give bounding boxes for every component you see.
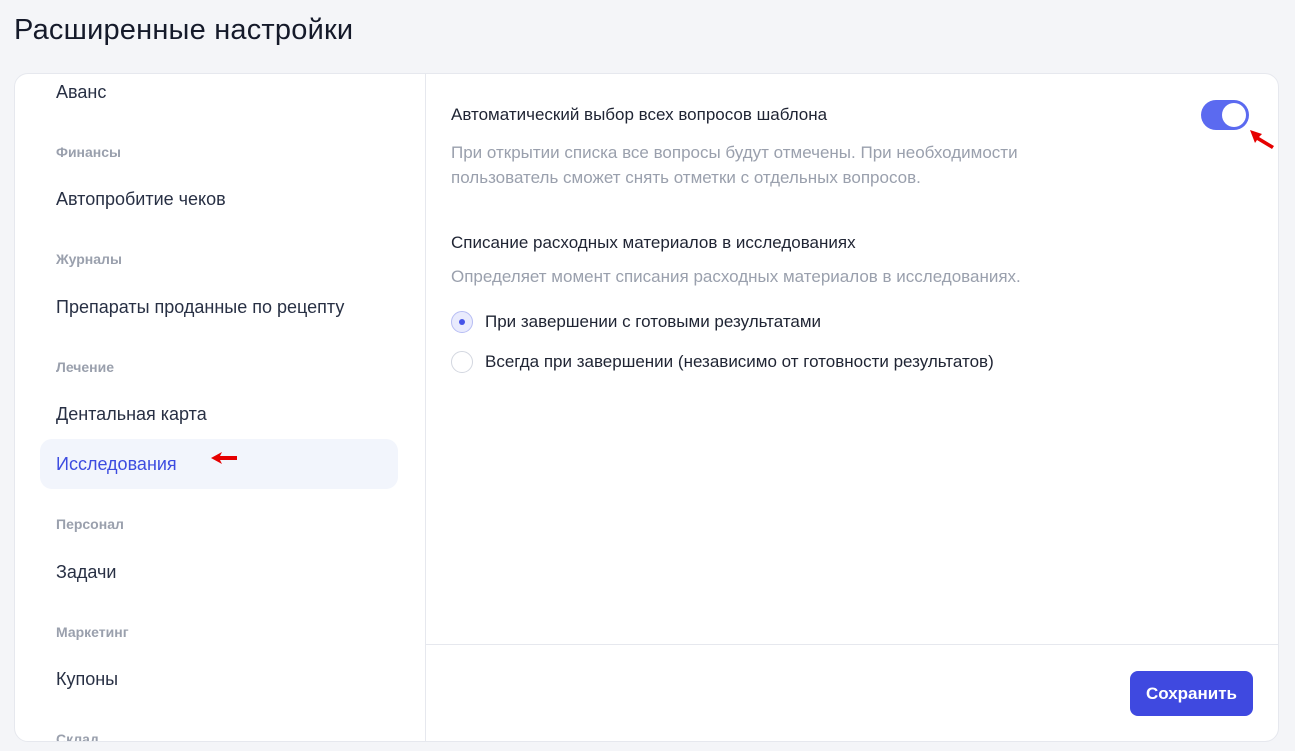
page-title: Расширенные настройки — [14, 14, 354, 46]
sidebar-item-label: Аванс — [56, 81, 107, 102]
sidebar-group-finance: Финансы — [56, 144, 121, 160]
sidebar-item-auto-receipts[interactable]: Автопробитие чеков — [40, 174, 398, 224]
sidebar-item-advance[interactable]: Аванс — [40, 74, 398, 117]
sidebar-item-prescription-drugs[interactable]: Препараты проданные по рецепту — [40, 282, 398, 332]
write-off-option-always[interactable]: Всегда при завершении (независимо от гот… — [451, 351, 994, 373]
save-button[interactable]: Сохранить — [1130, 671, 1253, 716]
sidebar-group-warehouse: Склад — [56, 731, 99, 741]
sidebar-group-treatment: Лечение — [56, 359, 115, 375]
sidebar-item-label: Автопробитие чеков — [56, 188, 226, 209]
annotation-arrow-icon — [211, 452, 237, 464]
sidebar-group-journals: Журналы — [56, 251, 122, 267]
settings-sidebar: Аванс Финансы Автопробитие чеков Журналы… — [15, 74, 426, 741]
annotation-arrow-icon — [1250, 130, 1274, 149]
auto-select-description-line: пользователь сможет снять отметки с отде… — [451, 168, 921, 187]
sidebar-item-label: Исследования — [56, 453, 177, 474]
sidebar-item-coupons[interactable]: Купоны — [40, 654, 398, 704]
sidebar-item-label: Дентальная карта — [56, 403, 207, 424]
radio-button[interactable] — [451, 311, 473, 333]
write-off-description: Определяет момент списания расходных мат… — [451, 267, 1021, 286]
auto-select-description-line: При открытии списка все вопросы будут от… — [451, 143, 1018, 162]
auto-select-title: Автоматический выбор всех вопросов шабло… — [451, 105, 828, 124]
radio-label: При завершении с готовыми результатами — [485, 312, 822, 331]
radio-dot — [459, 319, 465, 325]
write-off-option-with-results[interactable]: При завершении с готовыми результатами — [451, 311, 821, 333]
radio-button[interactable] — [451, 351, 473, 373]
sidebar-item-label: Препараты проданные по рецепту — [56, 296, 345, 317]
sidebar-item-label: Задачи — [56, 561, 117, 582]
sidebar-group-marketing: Маркетинг — [56, 624, 129, 640]
settings-card: Аванс Финансы Автопробитие чеков Журналы… — [14, 73, 1279, 742]
sidebar-item-label: Купоны — [56, 668, 119, 689]
radio-label: Всегда при завершении (независимо от гот… — [485, 352, 994, 371]
settings-footer: Сохранить — [426, 644, 1278, 741]
sidebar-group-staff: Персонал — [56, 516, 124, 532]
sidebar-item-dental-chart[interactable]: Дентальная карта — [40, 389, 398, 439]
settings-content: Автоматический выбор всех вопросов шабло… — [426, 74, 1278, 644]
auto-select-toggle[interactable] — [1201, 100, 1249, 130]
auto-select-description: При открытии списка все вопросы будут от… — [451, 140, 1091, 190]
sidebar-item-tasks[interactable]: Задачи — [40, 547, 398, 597]
toggle-knob — [1222, 103, 1246, 127]
write-off-title: Списание расходных материалов в исследов… — [451, 233, 856, 252]
